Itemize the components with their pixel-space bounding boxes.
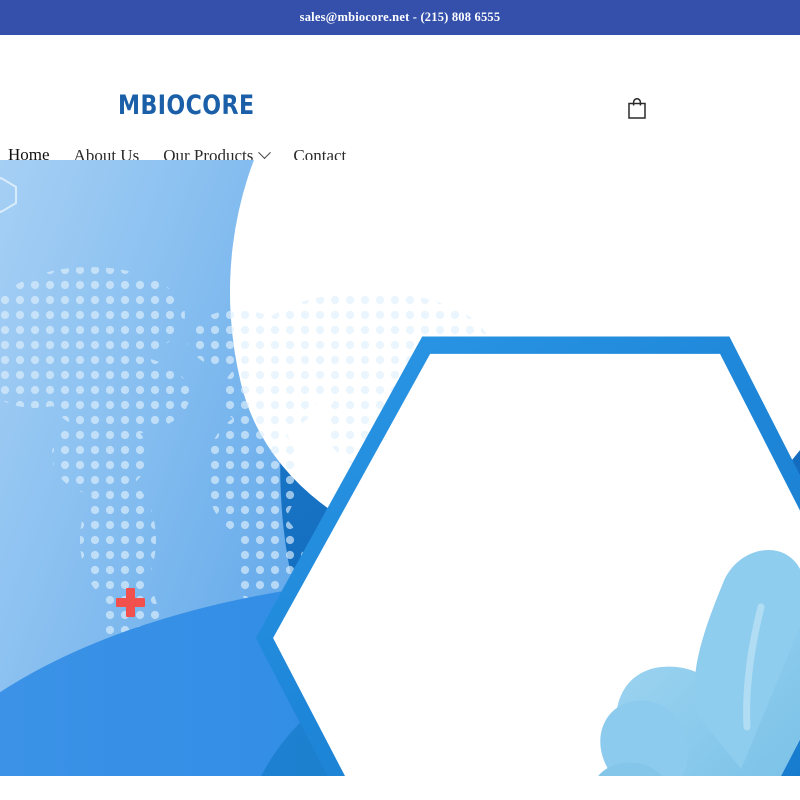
carousel-dot[interactable] <box>363 741 373 750</box>
cart-button[interactable] <box>622 93 652 123</box>
carousel-dot[interactable] <box>331 741 341 750</box>
shopping-bag-icon <box>628 98 646 119</box>
medical-cross-icon <box>116 588 145 617</box>
carousel-dot[interactable] <box>347 741 357 750</box>
hero-headline-line-2: s <box>0 547 222 591</box>
announcement-contact-text: sales@mbiocore.net - (215) 808 6555 <box>299 10 501 24</box>
carousel-dot[interactable] <box>459 741 469 750</box>
hexagon-inner-panel <box>273 353 800 776</box>
site-header: MBIOCORE Home About Us Our Products Cont… <box>0 35 800 168</box>
hexagon-outline-icon <box>0 176 17 214</box>
carousel-dot[interactable] <box>379 741 389 750</box>
carousel-dots <box>0 741 800 750</box>
hero-hexagon-card <box>243 324 800 776</box>
hero-carousel: ves s <box>0 160 800 776</box>
chevron-down-icon <box>258 146 272 160</box>
carousel-dot[interactable] <box>443 741 453 750</box>
carousel-dot-active[interactable] <box>395 741 405 750</box>
carousel-dot[interactable] <box>427 741 437 750</box>
gloved-hands-image <box>589 550 800 776</box>
hero-headline: ves s <box>0 486 222 591</box>
announcement-bar: sales@mbiocore.net - (215) 808 6555 <box>0 0 800 35</box>
hero-headline-line-1: ves <box>0 486 222 525</box>
site-logo[interactable]: MBIOCORE <box>118 90 254 121</box>
page-body-below-hero <box>0 776 800 800</box>
header-top-row: MBIOCORE <box>0 35 800 121</box>
carousel-dot[interactable] <box>411 741 421 750</box>
